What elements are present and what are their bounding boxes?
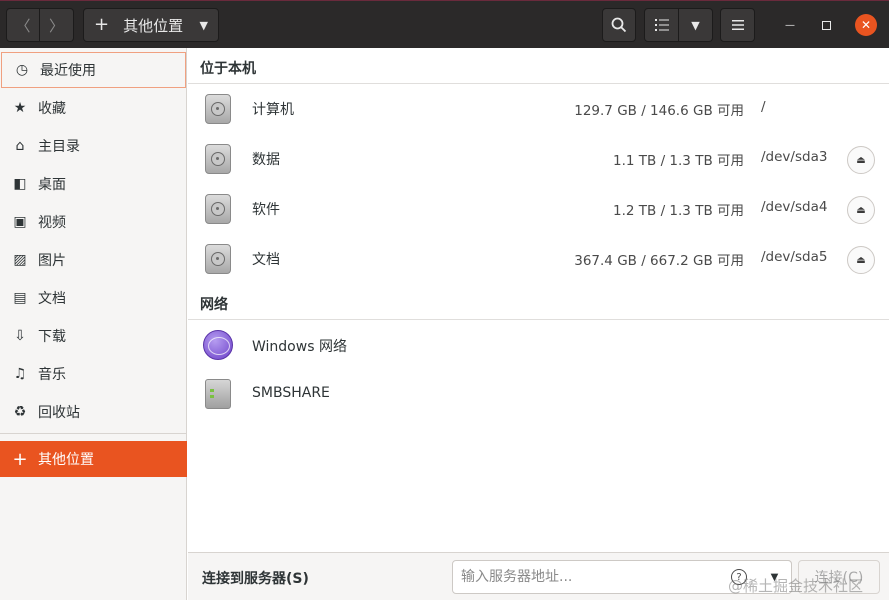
eject-button[interactable]: ⏏ [847, 146, 875, 174]
network-row-smbshare[interactable]: SMBSHARE [188, 371, 889, 421]
sidebar-item-label: 音乐 [38, 367, 66, 383]
location-capacity: 367.4 GB / 667.2 GB 可用 [574, 253, 744, 269]
sidebar-item-label: 主目录 [38, 139, 80, 155]
chevron-left-icon: 〈 [15, 16, 31, 35]
sidebar-item-label: 桌面 [38, 177, 66, 193]
eject-icon: ⏏ [856, 154, 866, 166]
connect-label: 连接到服务器(S) [202, 571, 309, 587]
sidebar-item-pictures[interactable]: ▨ 图片 [0, 242, 187, 278]
network-globe-icon [203, 330, 233, 360]
maximize-icon [821, 20, 831, 30]
section-title-local: 位于本机 [200, 61, 256, 77]
location-device: / [761, 99, 766, 115]
maximize-button[interactable] [816, 15, 836, 35]
eject-button[interactable]: ⏏ [847, 246, 875, 274]
main-content: 位于本机 计算机 129.7 GB / 146.6 GB 可用 / 数据 1.1… [188, 48, 889, 552]
sidebar-item-label: 其他位置 [38, 452, 94, 468]
sidebar-item-label: 最近使用 [40, 63, 96, 79]
list-view-icon [654, 19, 669, 31]
sidebar-item-label: 视频 [38, 215, 66, 231]
back-button[interactable]: 〈 [6, 8, 40, 42]
section-divider [188, 319, 889, 320]
path-label: 其他位置 [123, 16, 184, 35]
location-capacity: 1.1 TB / 1.3 TB 可用 [613, 153, 744, 169]
minimize-icon: — [785, 19, 795, 31]
sidebar-item-home[interactable]: ⌂ 主目录 [0, 128, 187, 164]
location-name: 文档 [252, 252, 280, 268]
recent-icon: ◷ [15, 62, 29, 78]
sidebar-item-label: 图片 [38, 253, 66, 269]
plus-icon: + [94, 14, 110, 35]
location-name: 计算机 [252, 102, 294, 118]
sidebar-item-documents[interactable]: ▤ 文档 [0, 280, 187, 316]
picture-icon: ▨ [13, 252, 27, 268]
location-device: /dev/sda4 [761, 199, 828, 215]
sidebar-item-label: 收藏 [38, 101, 66, 117]
close-button[interactable]: ✕ [855, 14, 877, 36]
star-icon: ★ [13, 100, 27, 116]
list-view-button[interactable] [644, 8, 679, 42]
eject-icon: ⏏ [856, 254, 866, 266]
section-title-network: 网络 [200, 297, 228, 313]
location-capacity: 1.2 TB / 1.3 TB 可用 [613, 203, 744, 219]
view-options-button[interactable]: ▼ [679, 8, 713, 42]
location-name: 软件 [252, 202, 280, 218]
sidebar-item-music[interactable]: ♫ 音乐 [0, 356, 187, 392]
close-icon: ✕ [860, 18, 872, 32]
network-row-windows[interactable]: Windows 网络 [188, 322, 889, 372]
document-icon: ▤ [13, 290, 27, 306]
video-icon: ▣ [13, 214, 27, 230]
location-device: /dev/sda5 [761, 249, 828, 265]
sidebar-item-downloads[interactable]: ⇩ 下载 [0, 318, 187, 354]
location-device: /dev/sda3 [761, 149, 828, 165]
trash-icon: ♻ [13, 404, 27, 420]
home-icon: ⌂ [15, 138, 25, 154]
server-icon [205, 379, 231, 409]
location-row-data[interactable]: 数据 1.1 TB / 1.3 TB 可用 /dev/sda3 ⏏ [188, 135, 889, 185]
eject-icon: ⏏ [856, 204, 866, 216]
connect-to-server-bar: 连接到服务器(S) ? ▼ 连接(C) @稀土掘金技术社区 [188, 552, 889, 600]
network-name: Windows 网络 [252, 339, 347, 355]
menu-button[interactable] [720, 8, 755, 42]
chevron-down-icon: ▼ [199, 18, 208, 32]
desktop-icon: ◧ [13, 176, 27, 192]
location-row-software[interactable]: 软件 1.2 TB / 1.3 TB 可用 /dev/sda4 ⏏ [188, 185, 889, 235]
network-name: SMBSHARE [252, 385, 330, 401]
sidebar-item-starred[interactable]: ★ 收藏 [0, 90, 187, 126]
sidebar-item-trash[interactable]: ♻ 回收站 [0, 394, 187, 430]
drive-icon [205, 194, 231, 224]
hamburger-icon [731, 20, 744, 30]
search-button[interactable] [602, 8, 636, 42]
sidebar-item-recent[interactable]: ◷ 最近使用 [1, 52, 186, 88]
forward-button[interactable]: 〉 [40, 8, 74, 42]
sidebar-item-label: 文档 [38, 291, 66, 307]
sidebar-item-label: 回收站 [38, 405, 80, 421]
sidebar-item-desktop[interactable]: ◧ 桌面 [0, 166, 187, 202]
watermark-text: @稀土掘金技术社区 [728, 577, 864, 595]
plus-icon: + [12, 448, 28, 470]
download-icon: ⇩ [14, 328, 26, 344]
location-capacity: 129.7 GB / 146.6 GB 可用 [574, 103, 744, 119]
path-bar-button[interactable]: + 其他位置 ▼ [83, 8, 219, 42]
location-row-documents[interactable]: 文档 367.4 GB / 667.2 GB 可用 /dev/sda5 ⏏ [188, 235, 889, 285]
drive-icon [205, 94, 231, 124]
chevron-right-icon: 〉 [48, 16, 64, 35]
sidebar: ◷ 最近使用 ★ 收藏 ⌂ 主目录 ◧ 桌面 ▣ 视频 ▨ 图片 ▤ 文档 ⇩ … [0, 48, 187, 600]
location-row-computer[interactable]: 计算机 129.7 GB / 146.6 GB 可用 / [188, 85, 889, 135]
sidebar-item-other-locations[interactable]: + 其他位置 [0, 441, 187, 477]
chevron-down-icon: ▼ [691, 18, 700, 32]
sidebar-item-label: 下载 [38, 329, 66, 345]
music-icon: ♫ [13, 366, 27, 382]
drive-icon [205, 244, 231, 274]
minimize-button[interactable]: — [780, 15, 800, 35]
header-bar: 〈 〉 + 其他位置 ▼ ▼ — ✕ [0, 0, 889, 48]
search-icon [611, 17, 627, 33]
eject-button[interactable]: ⏏ [847, 196, 875, 224]
sidebar-divider [0, 433, 187, 434]
location-name: 数据 [252, 152, 280, 168]
sidebar-item-videos[interactable]: ▣ 视频 [0, 204, 187, 240]
drive-icon [205, 144, 231, 174]
section-divider [188, 83, 889, 84]
